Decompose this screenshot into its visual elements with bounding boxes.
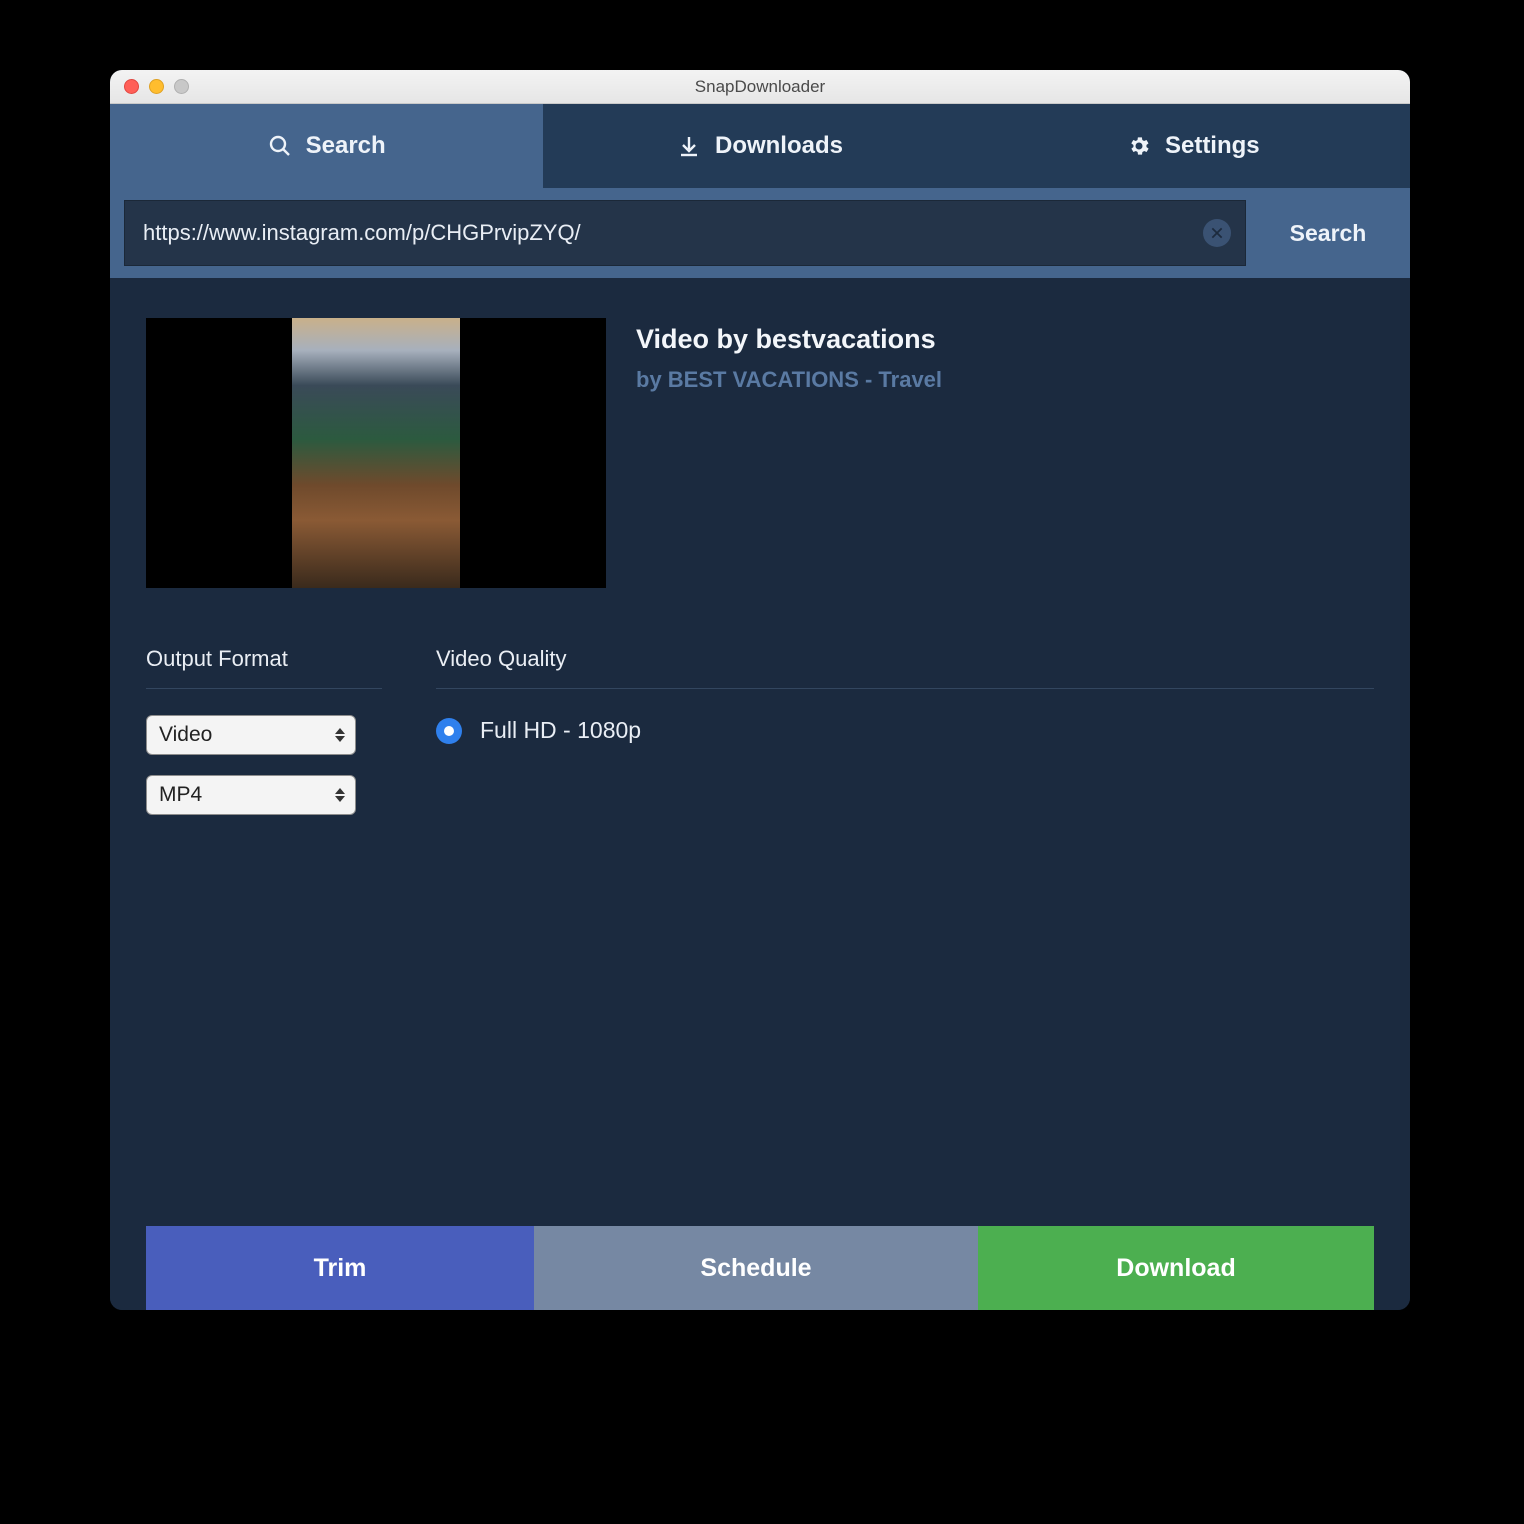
close-icon bbox=[1210, 226, 1224, 240]
tab-search[interactable]: Search bbox=[110, 104, 543, 188]
radio-selected-icon bbox=[436, 718, 462, 744]
search-button[interactable]: Search bbox=[1246, 200, 1410, 266]
search-bar: Search bbox=[110, 188, 1410, 278]
content-area: Video by bestvacations by BEST VACATIONS… bbox=[110, 278, 1410, 1310]
schedule-button[interactable]: Schedule bbox=[534, 1226, 978, 1310]
url-field-wrap bbox=[124, 200, 1246, 266]
gear-icon bbox=[1127, 134, 1151, 158]
tab-search-label: Search bbox=[306, 132, 386, 160]
video-meta: Video by bestvacations by BEST VACATIONS… bbox=[636, 318, 942, 588]
app-window: SnapDownloader Search Downloads Settings bbox=[110, 70, 1410, 1310]
trim-button-label: Trim bbox=[314, 1254, 367, 1283]
tab-settings-label: Settings bbox=[1165, 132, 1260, 160]
tab-downloads[interactable]: Downloads bbox=[543, 104, 976, 188]
search-icon bbox=[268, 134, 292, 158]
url-input[interactable] bbox=[143, 220, 1203, 246]
video-thumbnail bbox=[146, 318, 606, 588]
video-byline: by BEST VACATIONS - Travel bbox=[636, 367, 942, 393]
format-type-select[interactable]: Video bbox=[146, 715, 356, 755]
download-button[interactable]: Download bbox=[978, 1226, 1374, 1310]
tab-downloads-label: Downloads bbox=[715, 132, 843, 160]
thumbnail-image bbox=[292, 318, 460, 588]
search-button-label: Search bbox=[1290, 220, 1367, 247]
clear-url-button[interactable] bbox=[1203, 219, 1231, 247]
sort-icon bbox=[335, 728, 345, 742]
format-container-select[interactable]: MP4 bbox=[146, 775, 356, 815]
video-title: Video by bestvacations bbox=[636, 324, 942, 355]
schedule-button-label: Schedule bbox=[700, 1254, 811, 1283]
format-type-value: Video bbox=[159, 723, 212, 747]
trim-button[interactable]: Trim bbox=[146, 1226, 534, 1310]
output-format-section: Output Format Video MP4 bbox=[146, 646, 382, 815]
download-button-label: Download bbox=[1116, 1254, 1235, 1283]
output-format-heading: Output Format bbox=[146, 646, 382, 689]
quality-option-1080p[interactable]: Full HD - 1080p bbox=[436, 717, 1374, 744]
download-icon bbox=[677, 134, 701, 158]
options-row: Output Format Video MP4 Video Quality Fu… bbox=[146, 646, 1374, 815]
media-row: Video by bestvacations by BEST VACATIONS… bbox=[146, 318, 1374, 588]
action-bar: Trim Schedule Download bbox=[146, 1226, 1374, 1310]
video-quality-heading: Video Quality bbox=[436, 646, 1374, 689]
window-title: SnapDownloader bbox=[110, 77, 1410, 97]
format-container-value: MP4 bbox=[159, 783, 202, 807]
quality-option-label: Full HD - 1080p bbox=[480, 717, 641, 744]
tab-settings[interactable]: Settings bbox=[977, 104, 1410, 188]
tab-bar: Search Downloads Settings bbox=[110, 104, 1410, 188]
sort-icon bbox=[335, 788, 345, 802]
video-quality-section: Video Quality Full HD - 1080p bbox=[436, 646, 1374, 815]
titlebar: SnapDownloader bbox=[110, 70, 1410, 104]
